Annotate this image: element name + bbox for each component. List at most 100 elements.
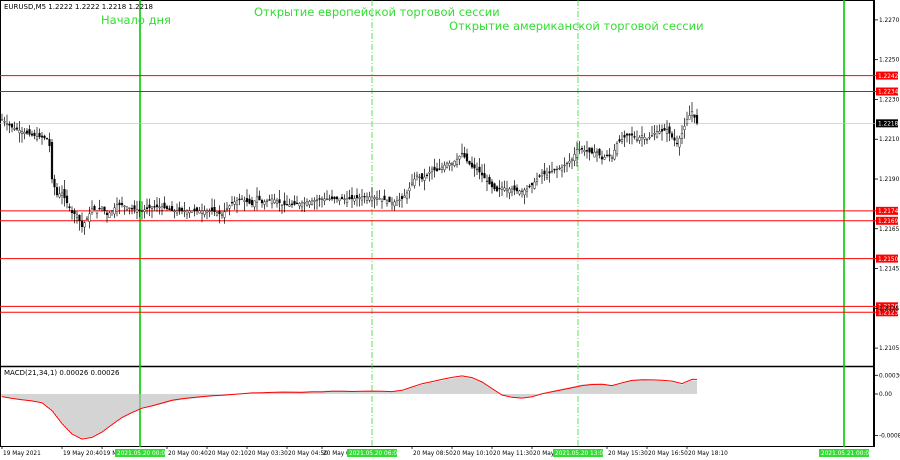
candle-body	[610, 156, 614, 159]
candle-body	[370, 196, 374, 202]
time-tick-label: 20 May 11:30	[493, 451, 533, 457]
candle-body	[75, 214, 79, 218]
candle-body	[548, 171, 551, 174]
time-tick-label: 20 May 15:30	[608, 451, 648, 457]
candle-body	[318, 198, 321, 200]
candle-body	[293, 201, 296, 205]
candle-body	[495, 186, 499, 192]
candle-body	[310, 200, 314, 205]
candle-body	[100, 206, 104, 210]
candle-body	[305, 201, 309, 206]
candle-body	[693, 114, 696, 118]
candle-body	[520, 190, 524, 192]
macd-tick-label: 0.00036	[879, 373, 900, 379]
candle-body	[268, 199, 271, 201]
candle-body	[255, 196, 259, 203]
candle-body	[8, 123, 11, 126]
candle-body	[365, 196, 369, 201]
candle-body	[533, 181, 536, 189]
candle-body	[128, 207, 131, 209]
candle-body	[153, 206, 156, 208]
candle-body	[628, 133, 631, 136]
candle-body	[208, 210, 211, 212]
candle-body	[388, 196, 391, 203]
candle-body	[685, 119, 689, 125]
candle-body	[688, 115, 691, 120]
candle-body	[485, 180, 489, 183]
candle-body	[15, 127, 19, 130]
candle-body	[550, 170, 554, 173]
candle-body	[540, 172, 544, 177]
candle-body	[415, 174, 419, 177]
candle-body	[65, 195, 69, 204]
candle-body	[95, 210, 99, 214]
candle-body	[373, 197, 376, 200]
candle-body	[398, 199, 401, 201]
eu-session-label: Открытие европейской торговой сессии	[254, 5, 500, 19]
candle-body	[258, 195, 261, 201]
candle-body	[348, 197, 351, 200]
candle-body	[545, 174, 549, 178]
candle-body	[338, 198, 341, 201]
candle-body	[470, 162, 474, 168]
level-label: 1.2174	[878, 209, 899, 215]
candle-body	[285, 204, 289, 206]
candle-body	[330, 196, 334, 200]
candle-body	[385, 200, 389, 204]
candle-body	[583, 149, 586, 152]
candle-body	[175, 210, 179, 214]
time-tick-label: 20 May 18:10	[688, 451, 728, 457]
candle-body	[278, 199, 281, 204]
time-tick-label: 20 May 00:40	[168, 451, 208, 457]
candle-body	[378, 198, 381, 200]
candle-body	[183, 210, 186, 212]
candle-body	[463, 152, 466, 158]
candle-body	[275, 200, 279, 204]
candle-body	[593, 151, 596, 158]
candle-body	[438, 168, 441, 170]
candle-body	[223, 211, 226, 218]
us-session-label: Открытие американской торговой сессии	[449, 19, 704, 33]
candle-body	[355, 194, 359, 199]
candle-body	[565, 162, 569, 165]
candle-body	[58, 193, 61, 198]
candle-body	[220, 214, 224, 216]
candle-body	[570, 158, 574, 161]
candle-body	[345, 198, 349, 203]
candle-body	[335, 196, 339, 200]
candle-body	[228, 205, 231, 209]
candle-body	[558, 167, 561, 170]
candle-body	[453, 160, 456, 166]
candle-body	[403, 195, 406, 198]
candle-body	[493, 183, 496, 190]
candle-body	[25, 130, 29, 134]
candle-body	[173, 210, 176, 212]
candle-body	[468, 161, 471, 165]
candle-body	[113, 207, 116, 215]
candle-body	[90, 208, 94, 213]
time-tick-label: 20 May 08:50	[413, 451, 453, 457]
candle-body	[650, 135, 654, 137]
candle-body	[295, 202, 299, 205]
time-tick-label: 19 May 20:40	[63, 451, 103, 457]
candle-body	[480, 172, 484, 176]
candle-body	[38, 132, 41, 137]
candle-body	[343, 198, 346, 200]
candle-body	[595, 150, 599, 153]
candle-body	[298, 203, 301, 207]
candle-body	[80, 220, 84, 227]
candle-body	[553, 168, 556, 171]
price-tick-label: 1.2165	[879, 227, 900, 233]
candle-body	[400, 196, 404, 200]
candle-body	[315, 199, 319, 201]
candle-body	[633, 136, 636, 138]
time-tick-label: 19 May 2021	[3, 451, 41, 457]
candle-body	[150, 206, 154, 209]
candle-body	[580, 148, 584, 150]
candle-body	[535, 178, 539, 182]
candle-body	[243, 200, 246, 202]
candle-body	[433, 166, 436, 171]
candle-body	[460, 152, 464, 155]
candle-body	[443, 164, 446, 171]
candle-body	[528, 185, 531, 188]
